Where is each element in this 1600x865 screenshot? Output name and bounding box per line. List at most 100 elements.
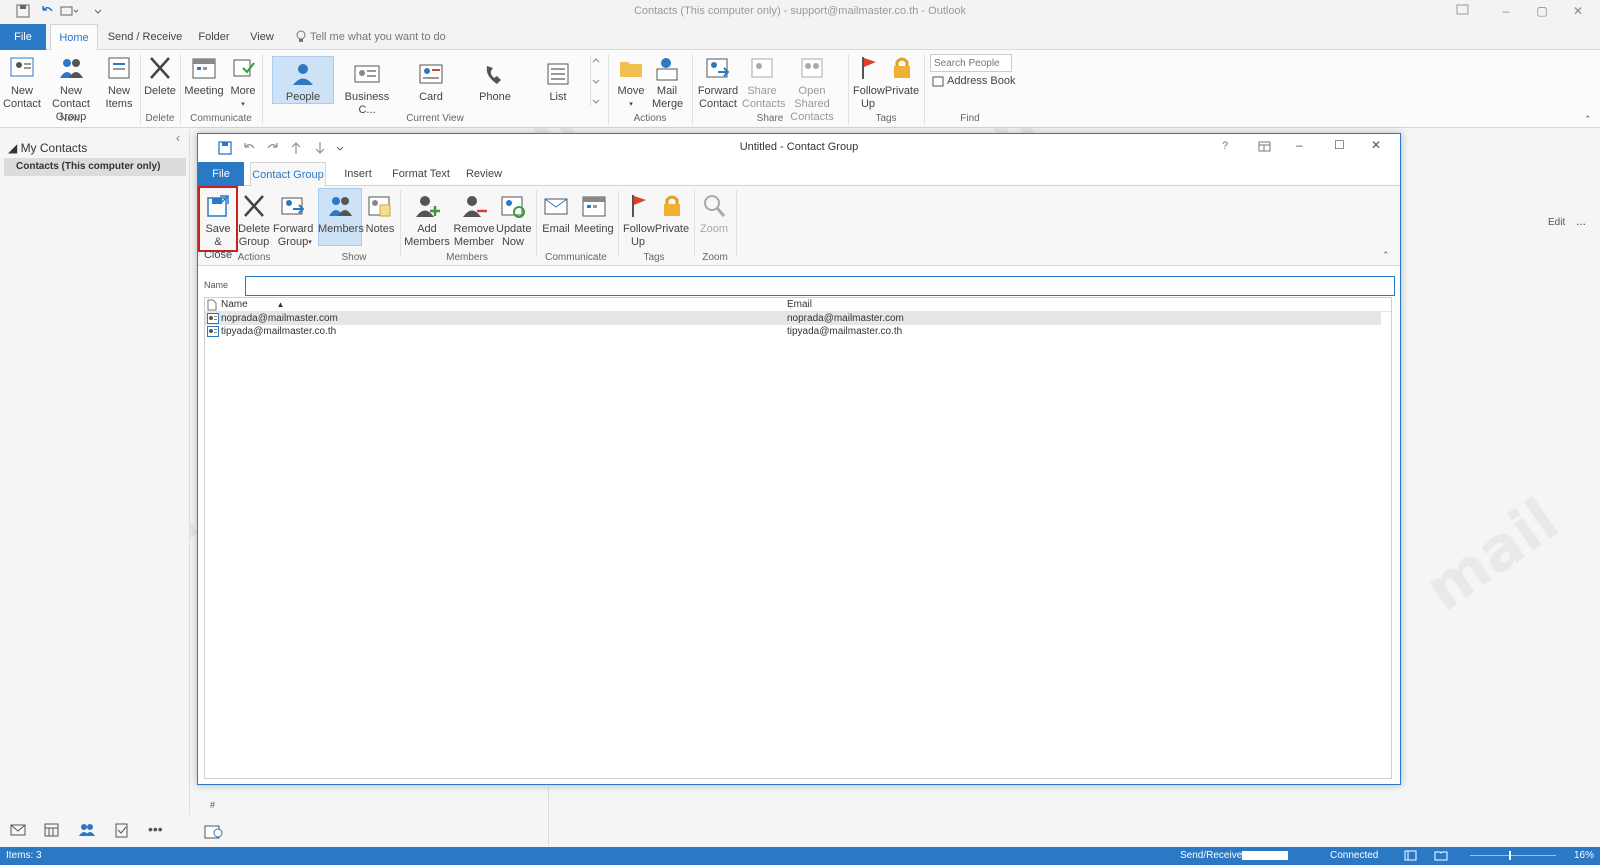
delete-group-button[interactable]: Delete Group — [236, 192, 272, 249]
save-close-button[interactable]: Save & Close — [200, 192, 236, 262]
follow-up-button[interactable]: Follow Up — [850, 54, 886, 111]
collapse-ribbon-icon[interactable]: ⌃ — [1584, 114, 1592, 125]
members-button: Members — [318, 192, 364, 236]
my-contacts-header[interactable]: ◢ My Contacts — [8, 141, 87, 155]
module-switcher: ••• — [0, 815, 190, 847]
tab-review[interactable]: Review — [462, 162, 506, 186]
close-button[interactable]: ✕ — [1371, 138, 1381, 152]
close-button[interactable]: ✕ — [1568, 4, 1588, 20]
list-icon — [544, 60, 572, 88]
view-business-card[interactable]: Business C... — [336, 60, 398, 117]
search-people-input[interactable] — [930, 54, 1012, 72]
address-book-icon[interactable] — [204, 824, 224, 840]
follow-up-button[interactable]: Follow Up — [620, 192, 656, 249]
ribbon-display-options-icon[interactable] — [1456, 4, 1476, 20]
reading-view-icon[interactable] — [1434, 850, 1448, 862]
folder-icon — [617, 54, 645, 82]
index-letter[interactable]: # — [210, 800, 215, 810]
group-label: Members — [446, 252, 488, 263]
maximize-button[interactable]: ▢ — [1532, 4, 1552, 20]
status-bar: Items: 3 Send/Receive Connected 16% — [0, 847, 1600, 865]
maximize-button[interactable]: ☐ — [1334, 138, 1345, 152]
tab-folder[interactable]: Folder — [192, 24, 236, 50]
calendar-icon[interactable] — [44, 823, 60, 837]
group-label: Communicate — [545, 252, 607, 263]
private-button[interactable]: Private — [884, 54, 920, 98]
open-shared-contacts-icon — [798, 54, 826, 82]
address-book-button[interactable]: Address Book — [932, 75, 1015, 87]
members-list: Name ▲ Email noprada@mailmaster.com nopr… — [204, 297, 1392, 779]
gallery-scroll[interactable] — [590, 56, 600, 106]
group-label: Show — [341, 252, 367, 263]
column-header-email[interactable]: Email — [787, 299, 812, 310]
view-phone[interactable]: Phone — [464, 60, 526, 104]
tab-home[interactable]: Home — [50, 24, 98, 51]
zoom-slider[interactable] — [1470, 855, 1556, 856]
column-name-label: Name — [221, 299, 248, 310]
forward-group-button[interactable]: Forward Group ▾ — [272, 192, 314, 249]
view-people-label: People — [272, 60, 334, 104]
tab-view[interactable]: View — [242, 24, 282, 50]
table-row[interactable]: tipyada@mailmaster.co.th tipyada@mailmas… — [205, 325, 1381, 338]
help-button[interactable]: ? — [1222, 140, 1228, 152]
remove-member-button[interactable]: Remove Member — [452, 192, 496, 249]
delete-button[interactable]: Delete — [142, 54, 178, 98]
group-name-input[interactable] — [245, 276, 1395, 296]
add-members-button[interactable]: Add Members — [402, 192, 452, 249]
divider — [536, 190, 537, 256]
column-header-name[interactable]: Name ▲ — [221, 299, 791, 310]
minimize-button[interactable]: – — [1496, 4, 1516, 20]
normal-view-icon[interactable] — [1404, 850, 1418, 862]
member-email: noprada@mailmaster.com — [787, 313, 904, 324]
tab-insert[interactable]: Insert — [336, 162, 380, 186]
ribbon-display-options-icon[interactable] — [1258, 141, 1272, 153]
new-contact-button[interactable]: New Contact — [2, 54, 42, 111]
more-modules-icon[interactable]: ••• — [148, 821, 163, 837]
contact-card-icon — [8, 54, 36, 82]
share-contacts-button[interactable]: Share Contacts — [740, 54, 785, 111]
flag-icon — [624, 192, 652, 220]
zoom-button[interactable]: Zoom — [696, 192, 732, 236]
mail-merge-button[interactable]: Mail Merge — [648, 54, 686, 111]
save-close-icon — [204, 192, 232, 220]
forward-contact-button[interactable]: Forward Contact — [694, 54, 742, 111]
edit-button[interactable]: Edit — [1548, 217, 1565, 228]
group-label: Communicate — [190, 113, 252, 124]
table-row[interactable]: noprada@mailmaster.com noprada@mailmaste… — [205, 312, 1381, 325]
email-button[interactable]: Email — [538, 192, 574, 236]
notes-button[interactable]: Notes — [362, 192, 398, 236]
tab-format-text[interactable]: Format Text — [388, 162, 454, 186]
share-contacts-icon — [748, 54, 776, 82]
more-options-button[interactable]: ... — [1576, 214, 1586, 228]
minimize-button[interactable]: – — [1296, 138, 1303, 152]
collapse-pane-icon[interactable]: ‹ — [176, 131, 180, 145]
meeting-button[interactable]: Meeting — [184, 54, 224, 98]
contact-group-ribbon: Save & Close Delete Group Forward Group ▾… — [198, 186, 1400, 266]
folder-contacts[interactable]: Contacts (This computer only) — [4, 158, 186, 176]
business-card-icon — [353, 60, 381, 88]
tab-file[interactable]: File — [0, 24, 46, 50]
window-title: Contacts (This computer only) - support@… — [633, 5, 967, 17]
new-items-button[interactable]: New Items — [100, 54, 138, 111]
magnifier-icon — [700, 192, 728, 220]
tell-me-input[interactable]: Tell me what you want to do — [310, 24, 450, 50]
more-communicate-icon — [229, 54, 257, 82]
document-icon — [207, 299, 217, 311]
more-button[interactable]: More ▾ — [228, 54, 258, 111]
tab-send-receive[interactable]: Send / Receive — [104, 24, 186, 50]
collapse-ribbon-icon[interactable]: ⌃ — [1382, 250, 1390, 261]
tasks-icon[interactable] — [114, 822, 130, 838]
new-items-icon — [105, 54, 133, 82]
tab-contact-group[interactable]: Contact Group — [250, 162, 326, 187]
private-button[interactable]: Private — [654, 192, 690, 236]
meeting-button[interactable]: Meeting — [574, 192, 614, 236]
people-icon[interactable] — [78, 823, 96, 837]
update-now-button[interactable]: Update Now — [494, 192, 532, 249]
mail-icon[interactable] — [10, 823, 26, 837]
zoom-slider-thumb[interactable] — [1509, 851, 1511, 860]
view-list[interactable]: List — [528, 60, 588, 104]
mail-merge-icon — [653, 54, 681, 82]
view-card[interactable]: Card — [400, 60, 462, 104]
move-button[interactable]: Move ▾ — [614, 54, 648, 111]
tab-file[interactable]: File — [198, 162, 244, 186]
